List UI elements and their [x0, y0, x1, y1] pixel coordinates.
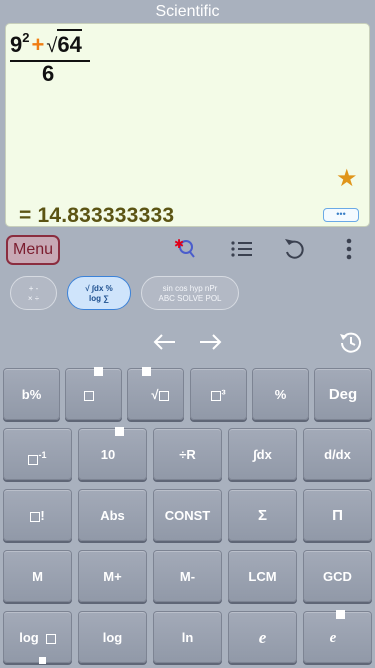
key-abs[interactable]: Abs	[78, 489, 147, 541]
key-gcd[interactable]: GCD	[303, 550, 372, 602]
key-memory-minus[interactable]: M-	[153, 550, 222, 602]
toolbar: Menu ✱	[0, 232, 375, 268]
key-log[interactable]: log	[78, 611, 147, 663]
expr-plus: +	[31, 32, 45, 57]
mode-advanced[interactable]: √ ∫dx % log ∑	[67, 276, 131, 310]
key-product[interactable]: Π	[303, 489, 372, 541]
key-label: GCD	[323, 569, 352, 584]
inverse-suffix: -1	[38, 450, 47, 460]
arrow-right-icon[interactable]	[196, 328, 224, 356]
key-ten-power[interactable]: 10	[78, 427, 147, 480]
mode-basic-line1: + -	[28, 284, 39, 293]
calculator-display[interactable]: 92+ √64 6 ★ = 14.833333333 •••	[5, 23, 370, 227]
exponent-box-icon	[115, 427, 125, 436]
factorial-suffix: !	[40, 508, 45, 523]
key-sum[interactable]: Σ	[228, 489, 297, 541]
key-label: M+	[103, 569, 122, 584]
key-label: e	[258, 628, 267, 647]
argument-box-icon	[45, 633, 56, 644]
key-e[interactable]: e	[228, 611, 297, 663]
cube-suffix: ³	[221, 387, 226, 402]
key-label: Π	[332, 507, 343, 524]
sqrt-symbol: √	[46, 35, 58, 57]
undo-icon[interactable]	[282, 236, 308, 262]
mode-basic-line2: × ÷	[27, 294, 40, 303]
mode-scientific[interactable]: sin cos hyp nPr ABC SOLVE POL	[141, 276, 239, 310]
key-derivative[interactable]: d/dx	[303, 428, 372, 480]
expr-exponent: 2	[22, 29, 30, 45]
key-label: Deg	[328, 386, 358, 403]
key-memory[interactable]: M	[3, 550, 72, 602]
key-label: CONST	[164, 508, 211, 523]
search-history-icon[interactable]: ✱	[172, 236, 198, 262]
key-inverse[interactable]: -1	[3, 428, 72, 480]
key-nth-root[interactable]: √	[127, 367, 184, 420]
key-log-base[interactable]: log	[3, 611, 72, 664]
exponent-box-icon	[94, 367, 103, 376]
key-b-percent[interactable]: b%	[3, 368, 60, 420]
key-memory-plus[interactable]: M+	[78, 550, 147, 602]
app-title: Scientific	[155, 3, 220, 20]
key-cube[interactable]: ³	[190, 368, 247, 420]
key-label: M-	[179, 569, 196, 584]
key-label: ∫dx	[253, 447, 272, 462]
radicand-box-icon	[158, 390, 169, 401]
expr-radicand: 64	[57, 29, 82, 57]
key-label: 10	[100, 447, 116, 462]
key-power[interactable]	[65, 367, 122, 420]
arrow-left-icon[interactable]	[151, 328, 179, 356]
placeholder-box-icon	[30, 511, 41, 522]
mode-scientific-line2: ABC SOLVE POL	[158, 294, 222, 303]
placeholder-box-icon	[84, 390, 94, 401]
key-deg[interactable]: Deg	[314, 368, 372, 420]
key-label: d/dx	[324, 447, 351, 462]
base-box-icon	[38, 657, 46, 664]
key-label: log	[19, 630, 39, 645]
key-factorial[interactable]: !	[3, 489, 72, 541]
key-ln[interactable]: ln	[153, 611, 222, 663]
list-icon[interactable]	[229, 236, 255, 262]
placeholder-box-icon	[211, 390, 222, 401]
key-label: ÷R	[179, 447, 196, 462]
exponent-box-icon	[336, 610, 346, 619]
favorite-star-icon[interactable]: ★	[336, 167, 358, 191]
key-e-power[interactable]: e	[303, 610, 372, 663]
key-label: e	[329, 630, 337, 646]
key-integral[interactable]: ∫dx	[228, 428, 297, 480]
key-label: ln	[181, 630, 194, 645]
key-label: M	[32, 569, 43, 584]
expression-numerator: 92+ √64	[10, 29, 82, 58]
mode-advanced-line1: √ ∫dx %	[85, 284, 113, 293]
key-percent[interactable]: %	[252, 368, 309, 420]
more-options-button[interactable]: •••	[323, 208, 359, 222]
key-lcm[interactable]: LCM	[228, 550, 297, 602]
expr-denominator: 6	[42, 61, 55, 86]
menu-button[interactable]: Menu	[6, 235, 60, 265]
key-const[interactable]: CONST	[153, 489, 222, 541]
mode-basic[interactable]: + - × ÷	[10, 276, 57, 310]
radical-icon: √	[151, 387, 159, 402]
key-label: b%	[21, 387, 42, 402]
key-label: log	[102, 630, 123, 645]
key-label: LCM	[248, 569, 277, 584]
key-divide-remainder[interactable]: ÷R	[153, 428, 222, 480]
index-box-icon	[142, 367, 152, 376]
key-label: %	[274, 387, 287, 402]
mode-scientific-line1: sin cos hyp nPr	[162, 284, 218, 293]
key-label: Abs	[100, 508, 125, 523]
cursor-navigation	[0, 326, 375, 358]
keypad: b% √ ³ % Deg -1 10 ÷R ∫dx d/dx ! Abs CON…	[0, 367, 375, 668]
history-icon[interactable]	[337, 328, 365, 356]
placeholder-box-icon	[28, 454, 39, 465]
mode-selector: + - × ÷ √ ∫dx % log ∑ sin cos hyp nPr AB…	[0, 276, 375, 312]
svg-text:✱: ✱	[174, 237, 184, 251]
key-label: Σ	[257, 507, 267, 524]
mode-advanced-line2: log ∑	[89, 294, 109, 303]
overflow-menu-icon[interactable]	[336, 236, 362, 262]
result-value: = 14.833333333	[19, 204, 175, 227]
expr-base: 9	[10, 32, 23, 57]
